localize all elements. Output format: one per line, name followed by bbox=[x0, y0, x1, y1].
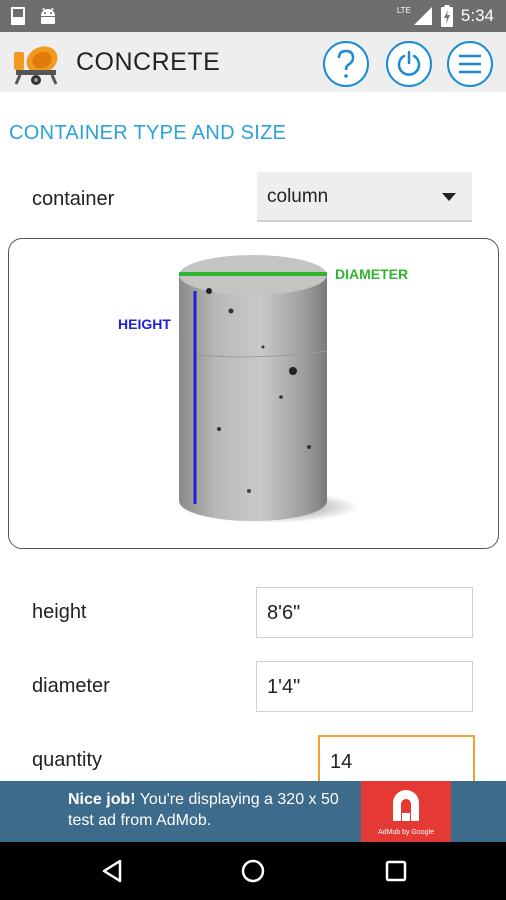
back-icon bbox=[102, 859, 122, 883]
cement-mixer-icon bbox=[14, 46, 58, 85]
android-icon bbox=[41, 7, 55, 24]
height-field[interactable]: 8'6" bbox=[256, 587, 473, 638]
diameter-label: DIAMETER bbox=[335, 266, 408, 282]
battery-icon bbox=[440, 5, 453, 27]
quantity-label-text: quantity bbox=[32, 749, 103, 771]
question-icon bbox=[337, 49, 355, 78]
recents-icon bbox=[385, 860, 407, 882]
home-icon bbox=[241, 859, 265, 883]
menu-button[interactable] bbox=[447, 41, 493, 87]
container-select-value: column bbox=[267, 186, 329, 207]
column-diagram: DIAMETER HEIGHT bbox=[8, 238, 499, 549]
menu-icon bbox=[459, 54, 481, 74]
admob-logo: AdMob by Google bbox=[361, 781, 451, 842]
admob-icon bbox=[393, 790, 419, 821]
photo-icon bbox=[11, 7, 25, 25]
back-button[interactable] bbox=[97, 856, 127, 886]
recents-button[interactable] bbox=[381, 856, 411, 886]
height-value: 8'6" bbox=[267, 602, 301, 624]
diameter-value: 1'4" bbox=[267, 676, 301, 698]
diameter-field[interactable]: 1'4" bbox=[256, 661, 473, 712]
ad-brand: AdMob by Google bbox=[377, 829, 435, 836]
signal-icon bbox=[413, 7, 432, 25]
network-label: LTE bbox=[396, 5, 411, 15]
height-label: HEIGHT bbox=[118, 316, 171, 332]
diameter-label-text: diameter bbox=[32, 675, 110, 697]
navigation-bar bbox=[0, 842, 506, 900]
container-select[interactable]: column bbox=[257, 172, 472, 222]
section-title: CONTAINER TYPE AND SIZE bbox=[9, 122, 287, 144]
power-icon bbox=[397, 51, 421, 76]
column-illustration: DIAMETER HEIGHT bbox=[118, 255, 408, 523]
container-label: container bbox=[32, 188, 115, 210]
ad-text-bold: Nice job! bbox=[68, 791, 136, 808]
home-button[interactable] bbox=[238, 856, 268, 886]
ad-banner[interactable]: Nice job! You're displaying a 320 x 50 t… bbox=[0, 781, 506, 842]
app-title: CONCRETE bbox=[76, 48, 221, 76]
ad-text: Nice job! You're displaying a 320 x 50 t… bbox=[68, 789, 358, 831]
status-bar: LTE 5:34 bbox=[0, 0, 506, 32]
status-time: 5:34 bbox=[460, 6, 494, 25]
quantity-field[interactable]: 14 bbox=[318, 735, 475, 786]
quantity-value: 14 bbox=[330, 751, 353, 773]
chevron-down-icon bbox=[442, 193, 456, 201]
help-button[interactable] bbox=[323, 41, 369, 87]
power-button[interactable] bbox=[386, 41, 432, 87]
app-bar: CONCRETE bbox=[0, 32, 506, 92]
height-label-text: height bbox=[32, 601, 87, 623]
